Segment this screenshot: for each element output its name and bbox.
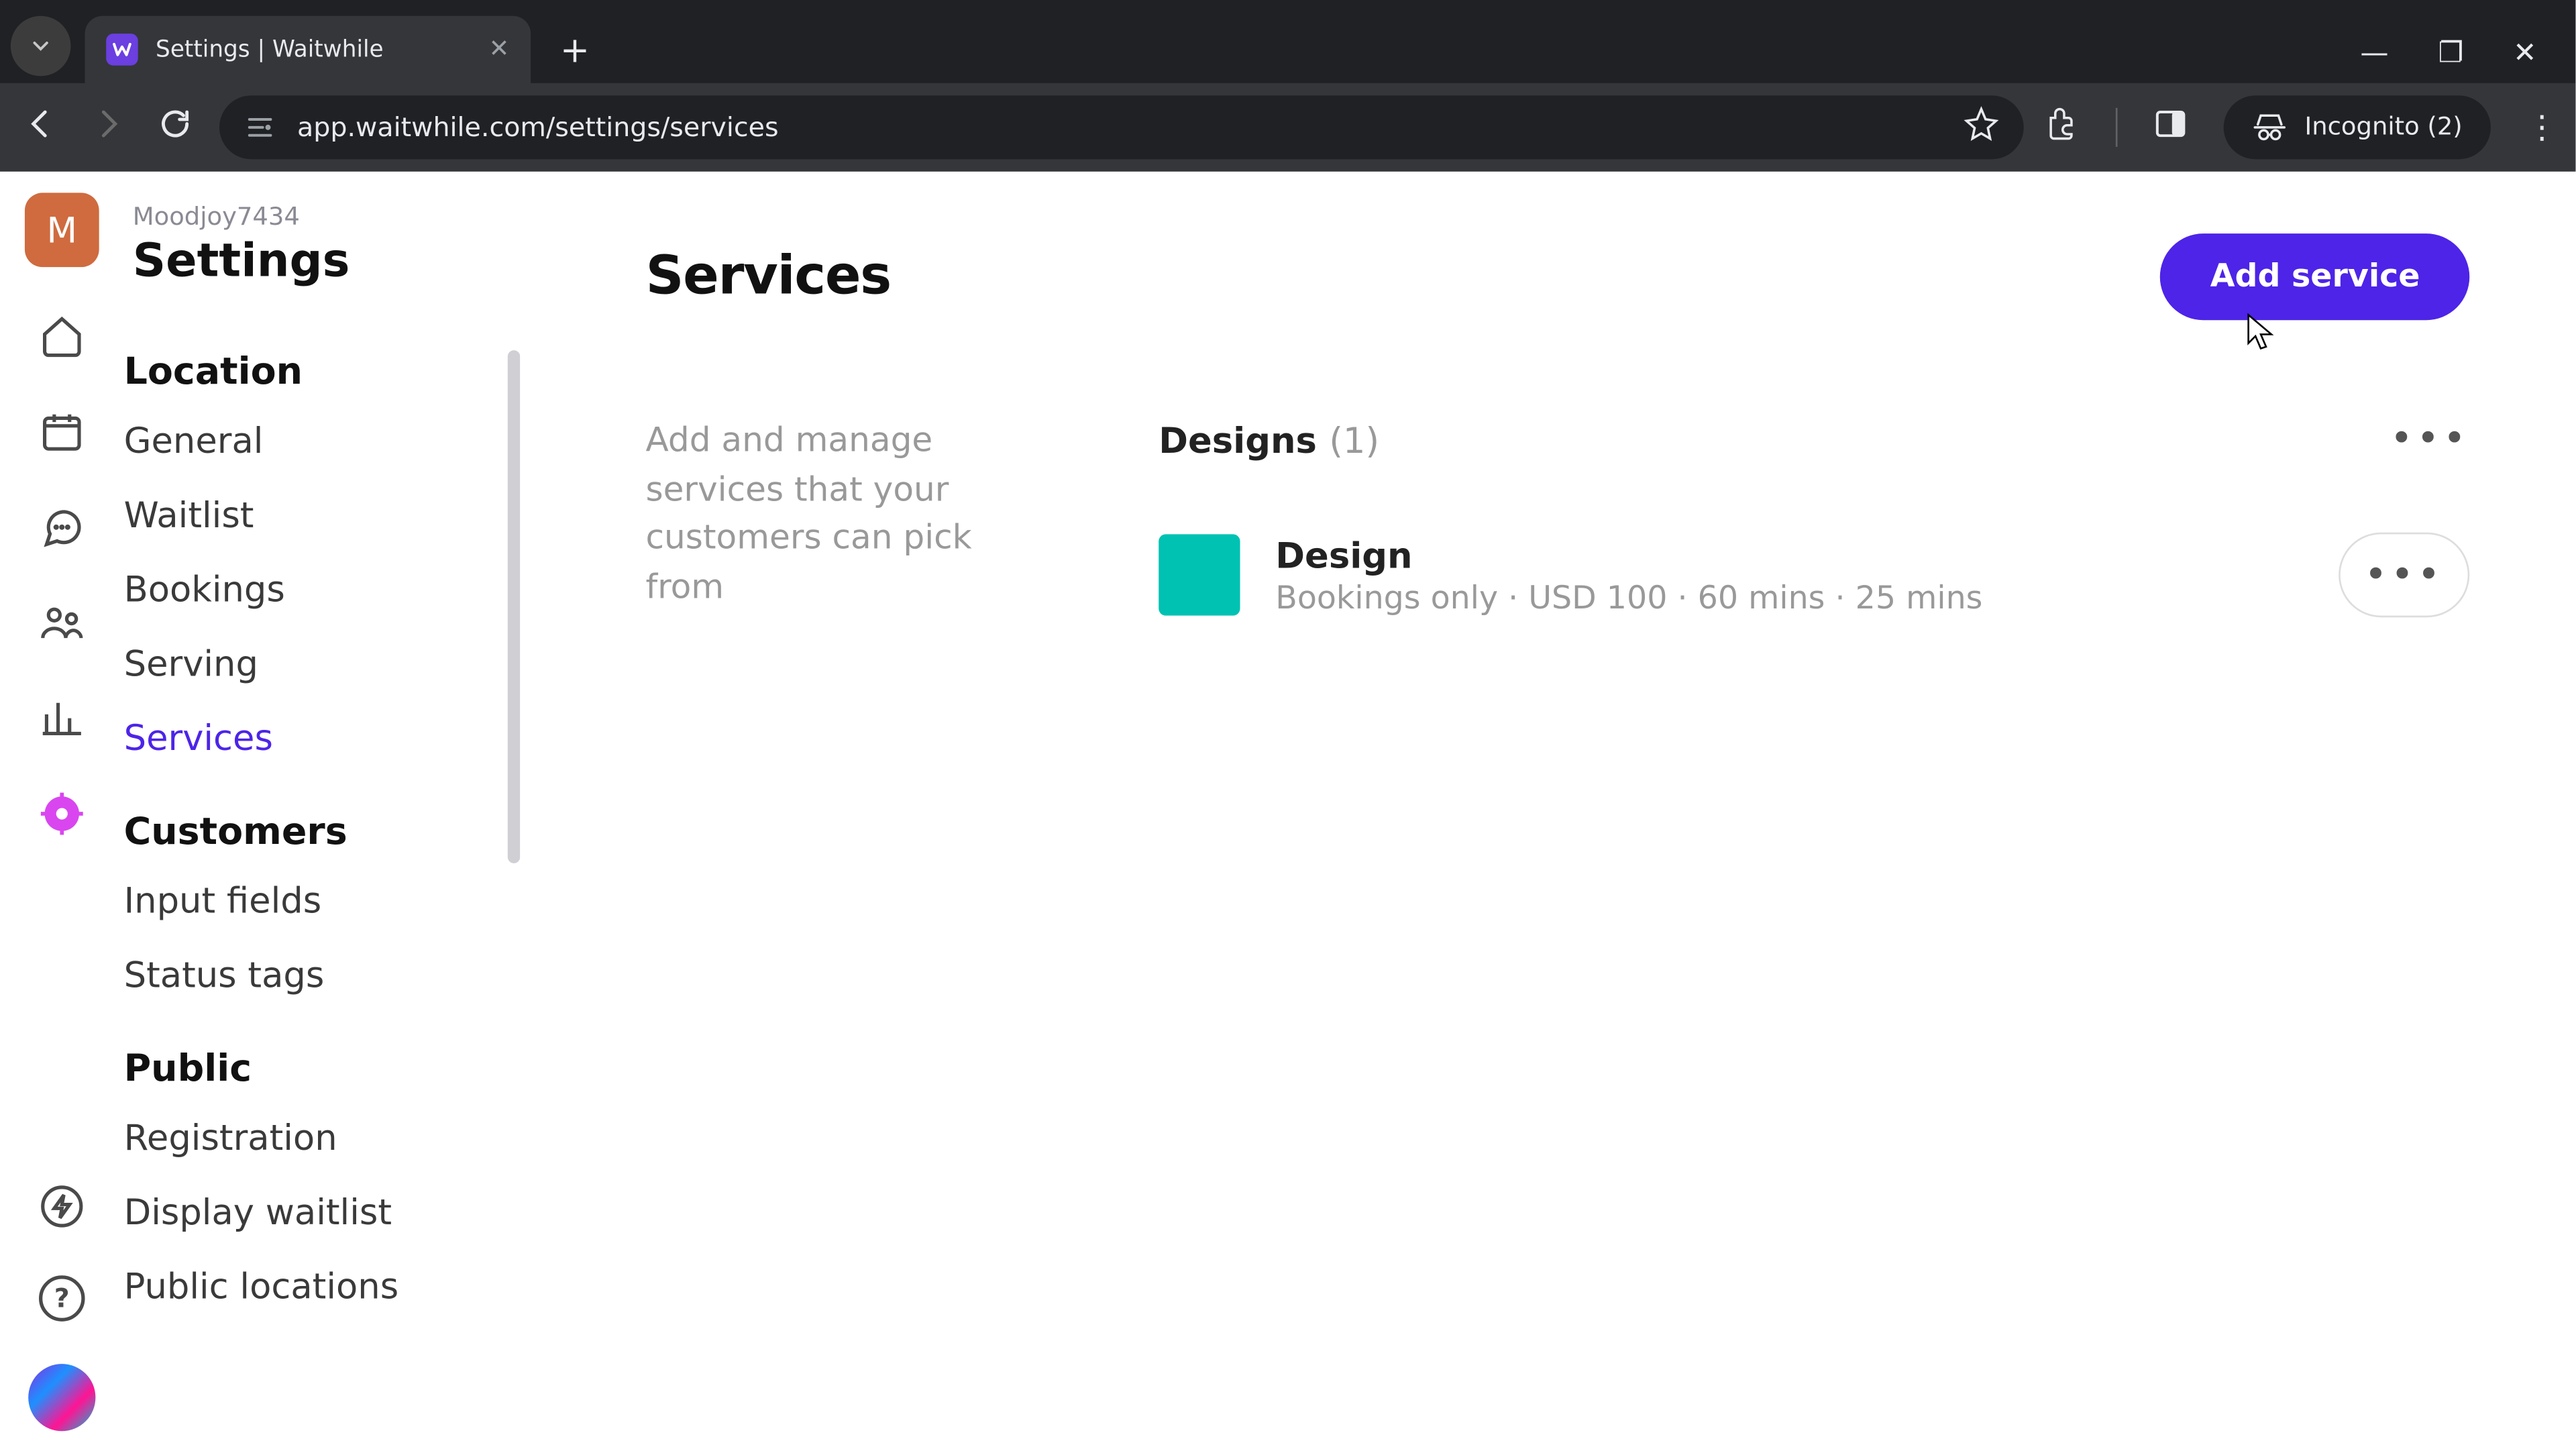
service-meta: Bookings only · USD 100 · 60 mins · 25 m… (1275, 580, 2303, 616)
analytics-icon[interactable] (36, 692, 89, 745)
nav-item-status-tags[interactable]: Status tags (124, 938, 521, 1012)
forward-button (85, 105, 131, 150)
home-icon[interactable] (36, 309, 89, 362)
bolt-icon[interactable] (36, 1180, 89, 1233)
url-text: app.waitwhile.com/settings/services (297, 111, 779, 143)
window-close-icon[interactable]: ✕ (2513, 36, 2536, 69)
sidebar-scrollbar[interactable] (508, 350, 520, 863)
site-info-icon[interactable] (244, 111, 276, 143)
page-description: Add and manage services that your custom… (646, 417, 1053, 617)
settings-sidebar: Moodjoy7434 Settings Location General Wa… (124, 172, 522, 1449)
chat-icon[interactable] (36, 500, 89, 553)
org-name: Moodjoy7434 (133, 203, 522, 231)
nav-heading-customers: Customers (124, 810, 521, 853)
address-bar[interactable]: app.waitwhile.com/settings/services (219, 95, 2023, 159)
back-button[interactable] (17, 105, 64, 150)
close-tab-icon[interactable]: ✕ (489, 36, 510, 64)
nav-item-display-waitlist[interactable]: Display waitlist (124, 1175, 521, 1249)
new-tab-button[interactable]: + (548, 23, 601, 76)
nav-item-general[interactable]: General (124, 403, 521, 478)
help-icon[interactable]: ? (39, 1275, 85, 1322)
icon-rail: M ? (0, 172, 124, 1449)
window-restore-icon[interactable]: ❐ (2438, 36, 2463, 69)
chrome-menu-icon[interactable]: ⋮ (2526, 109, 2558, 146)
service-color-swatch (1159, 534, 1240, 615)
incognito-icon (2251, 109, 2287, 145)
nav-item-waitlist[interactable]: Waitlist (124, 478, 521, 552)
nav-item-public-locations[interactable]: Public locations (124, 1249, 521, 1324)
nav-item-registration[interactable]: Registration (124, 1100, 521, 1175)
nav-item-bookings[interactable]: Bookings (124, 552, 521, 627)
tab-title: Settings | Waitwhile (156, 36, 471, 63)
incognito-indicator[interactable]: Incognito (2) (2223, 95, 2491, 159)
nav-heading-location: Location (124, 350, 521, 392)
tab-search-dropdown[interactable] (11, 16, 71, 76)
chevron-down-icon (28, 34, 53, 58)
calendar-icon[interactable] (36, 405, 89, 458)
nav-heading-public: Public (124, 1047, 521, 1089)
service-name: Design (1275, 533, 2303, 576)
group-count: (1) (1329, 419, 1379, 461)
mouse-cursor (2247, 313, 2275, 361)
bookmark-star-icon[interactable] (1963, 106, 1998, 148)
sidebar-title: Settings (133, 235, 522, 288)
incognito-label: Incognito (2) (2304, 113, 2462, 142)
nav-item-input-fields[interactable]: Input fields (124, 863, 521, 938)
add-service-button[interactable]: Add service (2161, 233, 2469, 320)
browser-tab[interactable]: Settings | Waitwhile ✕ (85, 16, 531, 83)
service-more-icon: ••• (2364, 553, 2444, 597)
group-more-icon[interactable]: ••• (2390, 417, 2470, 462)
settings-gear-icon[interactable] (36, 787, 89, 840)
waitwhile-favicon (106, 34, 138, 65)
sidepanel-icon[interactable] (2153, 106, 2188, 148)
reload-button[interactable] (152, 105, 199, 150)
service-more-button[interactable]: ••• (2339, 533, 2469, 618)
page-title: Services (646, 246, 891, 308)
nav-item-services[interactable]: Services (124, 700, 521, 775)
extensions-icon[interactable] (2045, 106, 2080, 148)
people-icon[interactable] (36, 596, 89, 649)
main-panel: Services Add service Add and manage serv… (522, 172, 2576, 1449)
window-minimize-icon[interactable]: — (2360, 36, 2388, 69)
service-row[interactable]: Design Bookings only · USD 100 · 60 mins… (1159, 533, 2469, 618)
user-avatar[interactable] (28, 1364, 95, 1431)
nav-item-serving[interactable]: Serving (124, 626, 521, 700)
avatar-letter: M (47, 209, 78, 251)
org-avatar[interactable]: M (25, 193, 99, 267)
service-group-title: Designs (1) (1159, 419, 1379, 461)
toolbar-divider (2115, 108, 2117, 147)
group-name: Designs (1159, 419, 1317, 461)
